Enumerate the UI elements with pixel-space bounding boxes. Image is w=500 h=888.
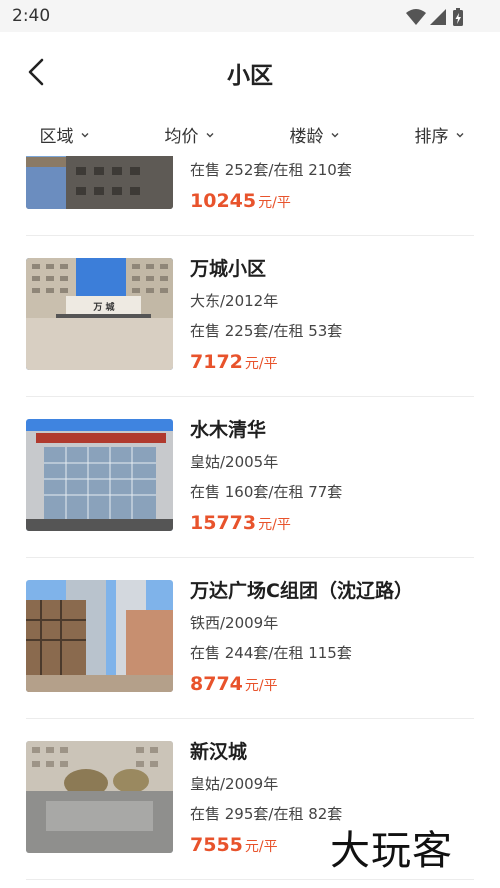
district-year: 皇姑/2009年	[190, 775, 279, 793]
list-item[interactable]: 水木清华 皇姑/2005年 在售 160套/在租 77套 15773 元/平	[26, 397, 474, 558]
filter-avg-price[interactable]: 均价	[125, 112, 250, 156]
status-time: 2:40	[12, 6, 51, 26]
filter-sort[interactable]: 排序	[375, 112, 500, 156]
list-item[interactable]: 万 城 万城小区 大东/2012年 在售 225套/在租 53套 7172 元/平	[26, 236, 474, 397]
page-title: 小区	[227, 63, 273, 89]
community-photo	[26, 741, 173, 853]
avg-price: 7555	[190, 834, 243, 856]
avg-price: 7172	[190, 351, 243, 373]
watermark-logo: 大玩客	[330, 828, 453, 874]
price-unit: 元/平	[258, 195, 291, 211]
filter-building-age[interactable]: 楼龄	[250, 112, 375, 156]
status-bar: 2:40	[0, 0, 500, 32]
avg-price: 15773	[190, 512, 257, 534]
district-year: 大东/2012年	[190, 292, 279, 310]
caret-down-icon	[206, 133, 213, 138]
price-unit: 元/平	[244, 356, 278, 372]
filter-area[interactable]: 区域	[0, 112, 125, 156]
community-name: 万达广场C组团（沈辽路）	[190, 580, 413, 602]
status-icons	[406, 8, 463, 26]
app-header: 小区	[0, 32, 500, 112]
price-unit: 元/平	[244, 678, 278, 694]
stock-count: 在售 160套/在租 77套	[190, 483, 343, 501]
avg-price: 8774	[190, 673, 243, 695]
list-item[interactable]: 万达广场C组团（沈辽路） 铁西/2009年 在售 244套/在租 115套 87…	[26, 558, 474, 719]
community-photo	[26, 156, 173, 209]
svg-text:万 城: 万 城	[92, 301, 114, 313]
district-year: 皇姑/2005年	[190, 453, 279, 471]
price-unit: 元/平	[244, 839, 278, 855]
filter-label: 排序	[414, 126, 449, 147]
wifi-icon	[406, 9, 426, 25]
caret-down-icon	[456, 133, 463, 138]
community-name: 水木清华	[190, 419, 267, 441]
filter-label: 楼龄	[289, 126, 324, 147]
price-unit: 元/平	[258, 517, 291, 533]
community-photo	[26, 419, 173, 531]
avg-price: 10245	[190, 190, 257, 212]
stock-count: 在售 225套/在租 53套	[190, 322, 343, 340]
community-photo	[26, 580, 173, 692]
community-photo: 万 城	[26, 258, 173, 370]
community-name: 万城小区	[190, 258, 267, 280]
district-year: 铁西/2009年	[190, 614, 279, 632]
filter-bar: 区域 均价 楼龄 排序	[0, 112, 500, 156]
stock-count: 在售 252套/在租 210套	[190, 161, 352, 179]
community-name: 新汉城	[190, 741, 248, 763]
caret-down-icon	[331, 133, 338, 138]
cell-signal-icon	[430, 9, 446, 25]
list-item[interactable]: 在售 252套/在租 210套 10245 元/平	[26, 156, 474, 236]
filter-label: 区域	[39, 126, 74, 147]
caret-down-icon	[81, 133, 88, 138]
filter-label: 均价	[164, 126, 199, 147]
stock-count: 在售 244套/在租 115套	[190, 644, 352, 662]
community-list[interactable]: 在售 252套/在租 210套 10245 元/平 万 城 万城小区 大东/20…	[0, 156, 500, 888]
